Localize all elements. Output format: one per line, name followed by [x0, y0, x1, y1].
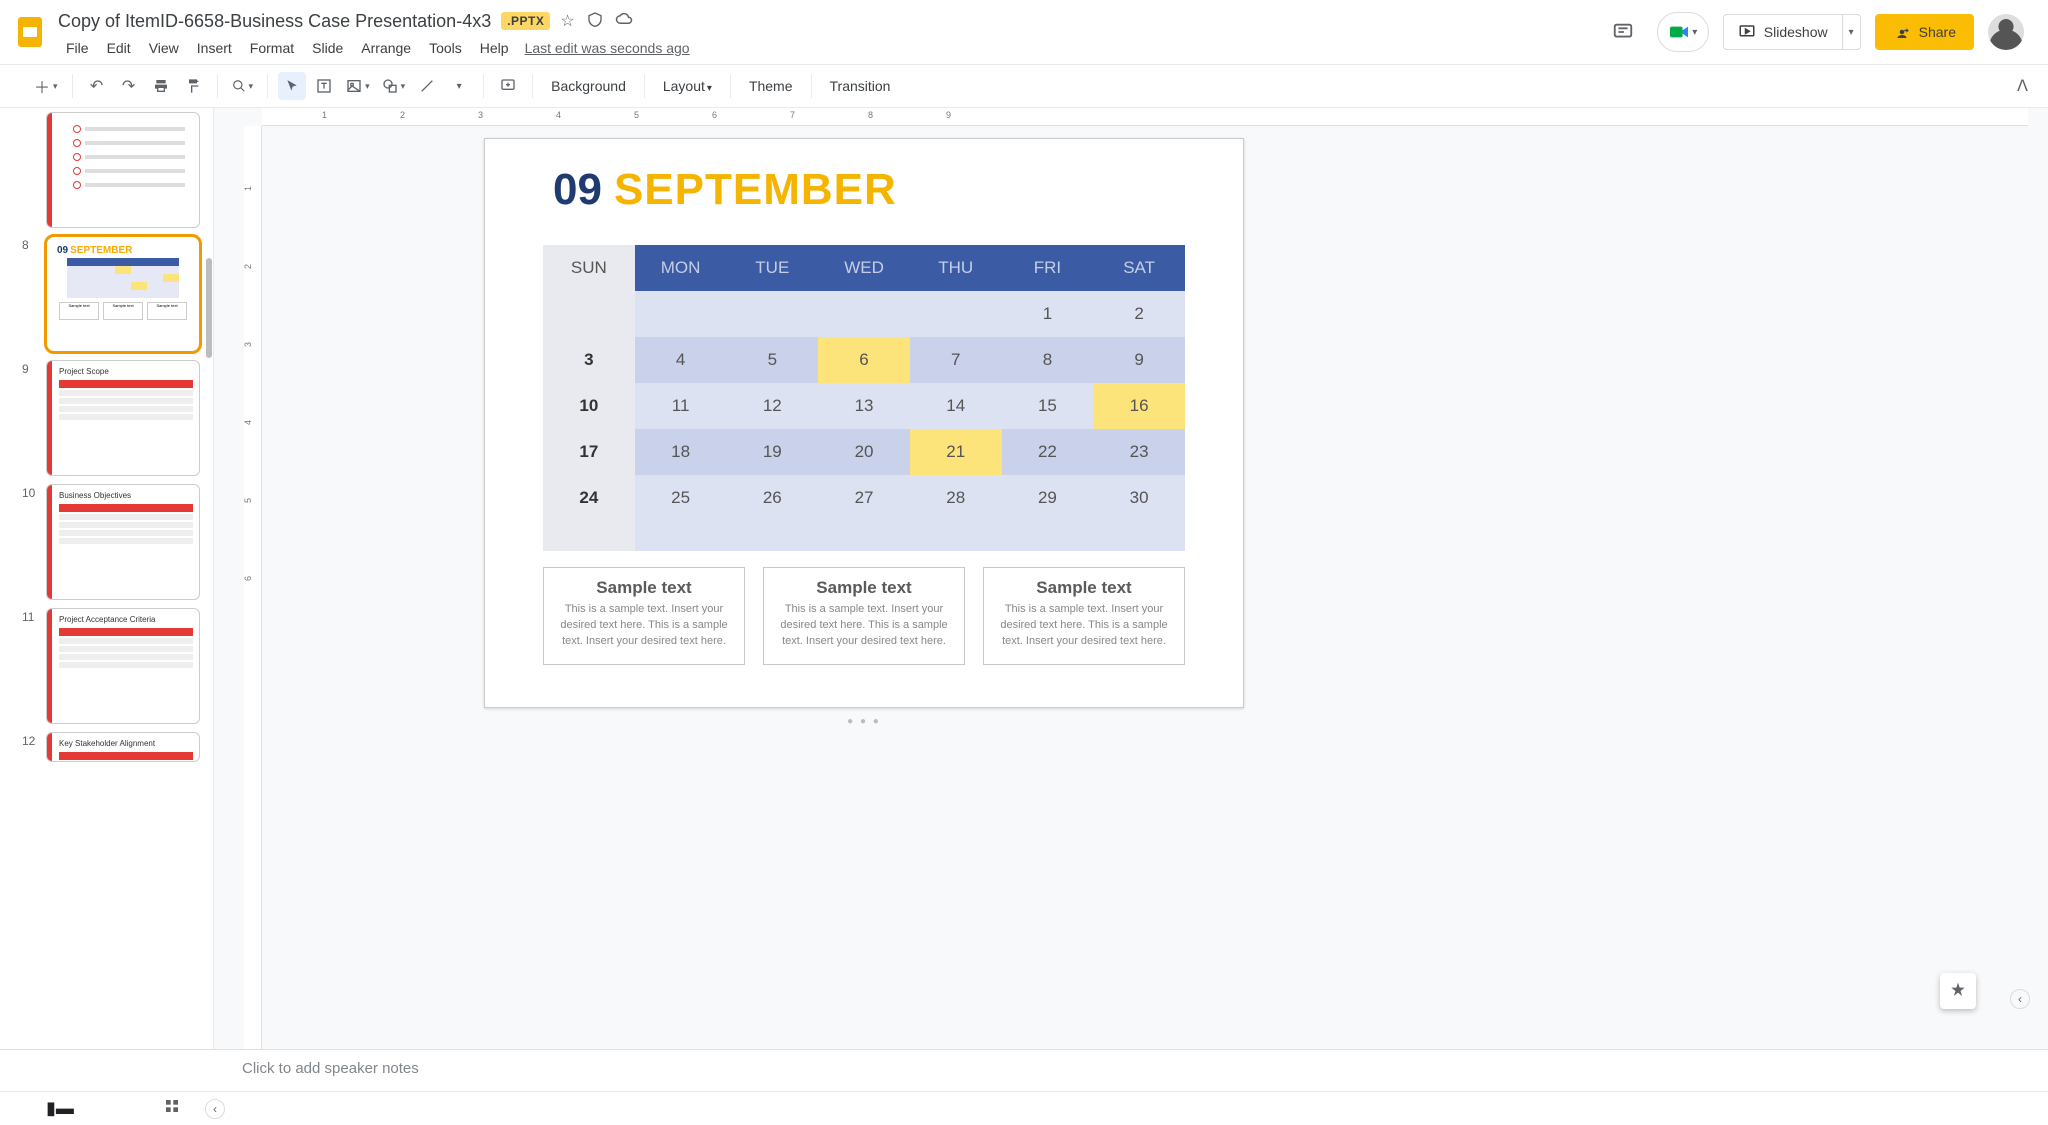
paint-format-button[interactable]: [179, 72, 207, 100]
menu-format[interactable]: Format: [242, 36, 302, 60]
undo-button[interactable]: ↶: [83, 72, 111, 100]
resize-handle-icon[interactable]: ● ● ●: [847, 716, 881, 727]
shape-button[interactable]: [378, 72, 410, 100]
slide-thumbnail[interactable]: 9Project Scope: [0, 356, 207, 480]
last-edit-link[interactable]: Last edit was seconds ago: [525, 40, 690, 56]
slide-month-name: SEPTEMBER: [614, 165, 897, 215]
menu-arrange[interactable]: Arrange: [353, 36, 419, 60]
menu-slide[interactable]: Slide: [304, 36, 351, 60]
add-comment-button[interactable]: [494, 72, 522, 100]
line-button[interactable]: [413, 72, 441, 100]
calendar-table[interactable]: SUNMONTUEWEDTHUFRISAT1234567891011121314…: [543, 245, 1185, 551]
header: Copy of ItemID-6658-Business Case Presen…: [0, 0, 2048, 64]
menu-tools[interactable]: Tools: [421, 36, 470, 60]
side-panel-toggle[interactable]: ‹: [2010, 989, 2030, 1009]
sample-text-box[interactable]: Sample textThis is a sample text. Insert…: [763, 567, 965, 665]
move-icon[interactable]: [587, 11, 603, 32]
title-area: Copy of ItemID-6658-Business Case Presen…: [58, 8, 1603, 62]
explore-button[interactable]: [1940, 973, 1976, 1009]
line-dropdown[interactable]: ▾: [445, 72, 473, 100]
menu-view[interactable]: View: [141, 36, 187, 60]
image-button[interactable]: [342, 72, 374, 100]
menu-bar: FileEditViewInsertFormatSlideArrangeTool…: [58, 34, 1603, 62]
slideshow-button-group: Slideshow ▾: [1723, 14, 1861, 50]
filmstrip-chevron[interactable]: ‹: [205, 1099, 225, 1119]
main: 809SEPTEMBER Sample textSample textSampl…: [0, 108, 2048, 1049]
slide-thumbnail[interactable]: [0, 108, 207, 232]
sample-text-box[interactable]: Sample textThis is a sample text. Insert…: [983, 567, 1185, 665]
slides-logo[interactable]: [10, 12, 50, 52]
speaker-notes[interactable]: Click to add speaker notes: [0, 1049, 2048, 1091]
background-button[interactable]: Background: [543, 74, 634, 98]
canvas-area: 123456789 123456 09 SEPTEMBER SUNMONTUEW…: [214, 108, 2048, 1049]
film-strip[interactable]: 809SEPTEMBER Sample textSample textSampl…: [0, 108, 214, 1049]
collapse-toolbar-icon[interactable]: ᐱ: [2017, 76, 2028, 96]
transition-button[interactable]: Transition: [822, 74, 899, 98]
slide-thumbnail[interactable]: 10Business Objectives: [0, 480, 207, 604]
theme-button[interactable]: Theme: [741, 74, 801, 98]
slide-thumbnail[interactable]: 809SEPTEMBER Sample textSample textSampl…: [0, 232, 207, 356]
pptx-badge: .PPTX: [501, 12, 550, 30]
ruler-vertical: 123456: [244, 126, 262, 1049]
textbox-button[interactable]: [310, 72, 338, 100]
cloud-icon[interactable]: [615, 11, 633, 32]
comments-icon[interactable]: [1603, 12, 1643, 52]
print-button[interactable]: [147, 72, 175, 100]
slide-month-number: 09: [553, 165, 602, 215]
filmstrip-view-icon[interactable]: ▮▬: [46, 1098, 74, 1119]
menu-insert[interactable]: Insert: [189, 36, 240, 60]
slide-thumbnail[interactable]: 11Project Acceptance Criteria: [0, 604, 207, 728]
slide-thumbnail[interactable]: 12Key Stakeholder Alignment: [0, 728, 207, 766]
sample-text-box[interactable]: Sample textThis is a sample text. Insert…: [543, 567, 745, 665]
slideshow-button[interactable]: Slideshow: [1724, 15, 1842, 49]
layout-button[interactable]: Layout▾: [655, 74, 720, 98]
star-icon[interactable]: ☆: [560, 11, 574, 32]
grid-view-icon[interactable]: [164, 1098, 180, 1119]
slideshow-dropdown[interactable]: ▾: [1842, 15, 1860, 49]
menu-edit[interactable]: Edit: [99, 36, 139, 60]
footer: ▮▬ ‹: [0, 1091, 2048, 1125]
meet-button[interactable]: ▾: [1657, 12, 1709, 52]
share-button[interactable]: Share: [1875, 14, 1974, 50]
new-slide-button[interactable]: ＋: [30, 72, 62, 100]
toolbar: ＋ ↶ ↷ ▾ Background Layout▾ Theme Transit…: [0, 64, 2048, 108]
redo-button[interactable]: ↷: [115, 72, 143, 100]
doc-title[interactable]: Copy of ItemID-6658-Business Case Presen…: [58, 11, 491, 32]
ruler-horizontal: 123456789: [262, 108, 2028, 126]
slide-canvas[interactable]: 09 SEPTEMBER SUNMONTUEWEDTHUFRISAT123456…: [484, 138, 1244, 708]
zoom-button[interactable]: [228, 72, 258, 100]
menu-file[interactable]: File: [58, 36, 97, 60]
account-avatar[interactable]: [1988, 14, 2024, 50]
menu-help[interactable]: Help: [472, 36, 517, 60]
select-tool[interactable]: [278, 72, 306, 100]
